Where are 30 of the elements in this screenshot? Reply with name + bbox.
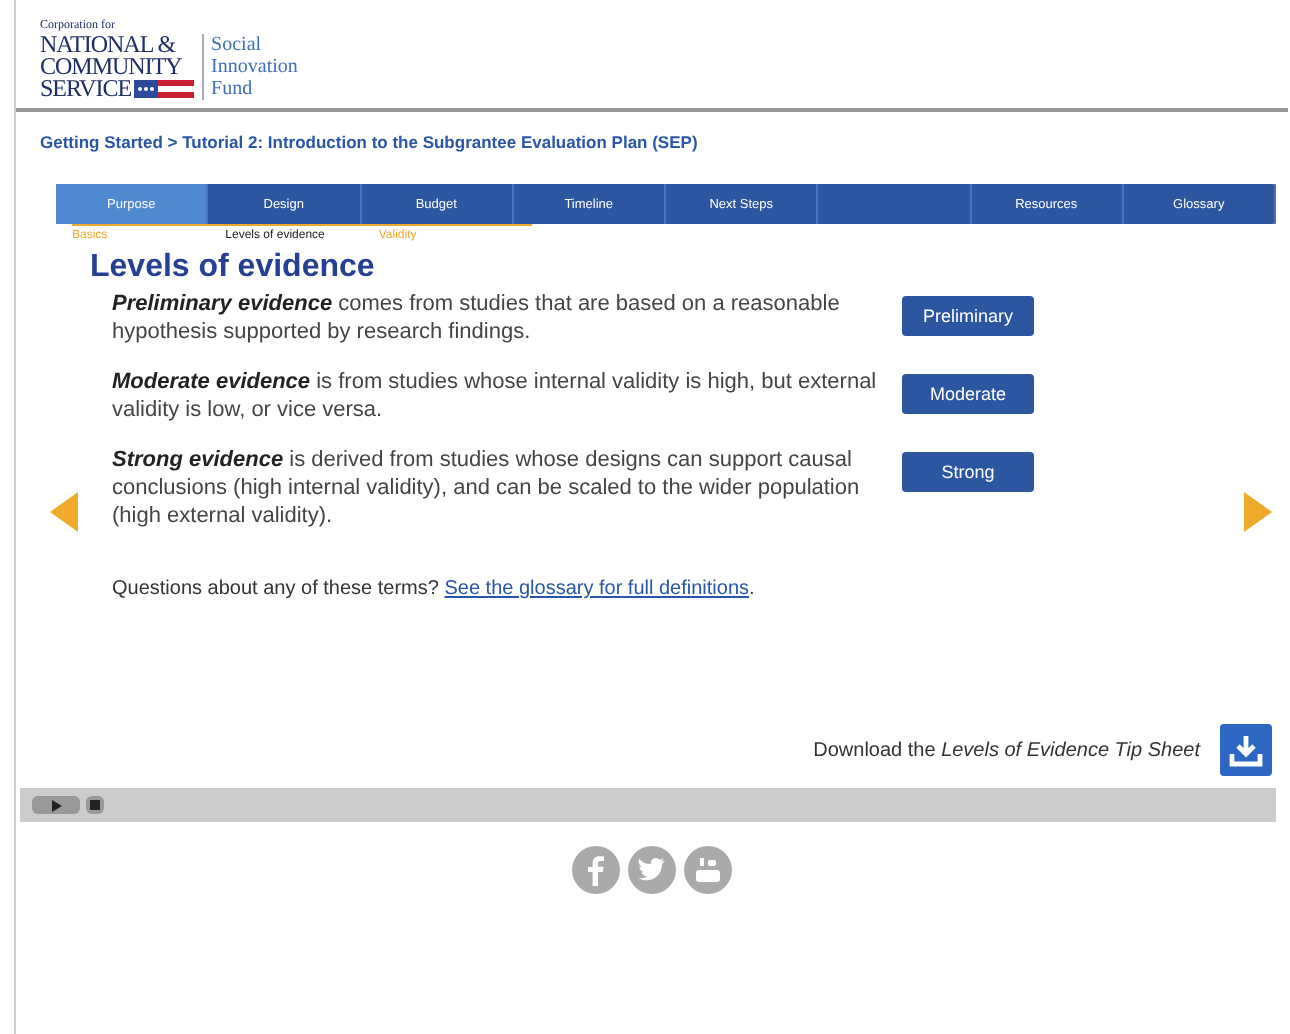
breadcrumb[interactable]: Getting Started > Tutorial 2: Introduction to the Subgrantee Evaluation Plan (SEP) xyxy=(16,112,1288,184)
play-icon xyxy=(50,799,62,811)
video-icon[interactable] xyxy=(684,846,732,894)
play-button[interactable] xyxy=(32,796,80,814)
stop-button[interactable] xyxy=(86,796,104,814)
download-text: Download the Levels of Evidence Tip Sheet xyxy=(813,739,1200,761)
program-name: Fund xyxy=(211,78,255,100)
logo-text: SERVICE xyxy=(40,78,132,100)
logo-text: COMMUNITY xyxy=(40,56,182,78)
glossary-link[interactable]: See the glossary for full definitions xyxy=(444,578,750,600)
page-title: Levels of evidence xyxy=(90,250,377,286)
evidence-button[interactable]: Preliminary xyxy=(902,296,1034,336)
download-icon xyxy=(1228,732,1264,768)
facebook-icon[interactable] xyxy=(572,846,620,894)
flag-icon xyxy=(133,80,194,98)
definition-text: Moderate evidence is from studies whose internal validity is high, but external validity is low, or vice versa. xyxy=(112,368,879,424)
evidence-button[interactable]: Moderate xyxy=(902,374,1034,414)
program-name: Innovation xyxy=(211,56,298,78)
program-name: Social xyxy=(211,34,264,56)
previous-arrow-icon[interactable] xyxy=(50,492,78,532)
definition-text: Strong evidence is derived from studies whose designs can support causal conclusions (high internal validity), and can be scaled to the wider population (high external validity). xyxy=(112,446,862,530)
logo-text: NATIONAL & xyxy=(40,34,176,56)
period-text: . xyxy=(749,578,755,600)
download-button[interactable] xyxy=(1220,724,1272,776)
definition-text: Preliminary evidence comes from studies that are based on a reasonable hypothesis supported by research findings. xyxy=(112,290,842,346)
next-arrow-icon[interactable] xyxy=(1244,492,1272,532)
stop-icon xyxy=(90,800,100,810)
bird-icon[interactable] xyxy=(628,846,676,894)
evidence-button[interactable]: Strong xyxy=(902,452,1034,492)
question-text: Questions about any of these terms? xyxy=(112,578,439,600)
